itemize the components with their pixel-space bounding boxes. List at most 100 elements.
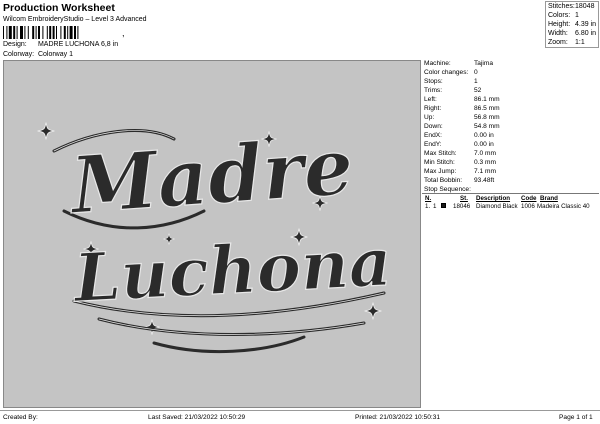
thread-color-swatch: [441, 203, 446, 208]
stat-label: Zoom:: [548, 39, 568, 46]
info-label: Total Bobbin:: [424, 177, 463, 184]
design-value: MADRE LUCHONA 6,8 in: [37, 41, 119, 48]
stat-value: 6.80 in: [575, 30, 597, 37]
design-label: Design:: [3, 41, 27, 48]
table-row[interactable]: 1. 1 18046 Diamond Black 1006 Madeira Cl…: [422, 203, 599, 212]
barcode-bar: [60, 26, 62, 39]
barcode-bar: [24, 26, 26, 39]
barcode-bar: [67, 26, 69, 39]
info-row: Right: 86.5 mm: [424, 105, 500, 112]
info-value: 0: [474, 69, 478, 76]
col-n: N.: [425, 195, 432, 202]
info-value: Tajima: [474, 60, 494, 67]
software-subtitle: Wilcom EmbroideryStudio – Level 3 Advanc…: [3, 16, 147, 23]
cell-brand: Madeira Classic 40: [537, 203, 590, 210]
sparkle-icon: [143, 318, 161, 336]
info-label: EndY:: [424, 141, 442, 148]
info-label: Machine:: [424, 60, 451, 67]
barcode-suffix: ,: [122, 28, 125, 38]
info-label: Color changes:: [424, 69, 469, 76]
barcode-bar: [69, 26, 73, 39]
stat-value: 18048: [575, 3, 595, 10]
colorway-value: Colorway 1: [37, 51, 73, 58]
page-title: Production Worksheet: [3, 2, 115, 14]
barcode-bar: [8, 26, 12, 39]
info-value: 0.3 mm: [474, 159, 496, 166]
design-preview[interactable]: Madre Luchona: [3, 60, 421, 408]
info-value: 0.00 in: [474, 132, 494, 139]
info-row: EndY: 0.00 in: [424, 141, 494, 148]
info-value: 56.8 mm: [474, 114, 500, 121]
barcode-bar: [38, 26, 40, 39]
barcode-bar: [63, 26, 66, 39]
barcode-bar: [27, 26, 29, 39]
worksheet-header: Production Worksheet Wilcom EmbroiderySt…: [0, 0, 600, 60]
barcode-bar: [77, 26, 79, 39]
table-header: N. St. Description Code Brand: [422, 193, 599, 202]
info-row: Stops: 1: [424, 78, 478, 85]
stats-box: Stitches:18048 Colors: 1 Height: 4.39 in W…: [545, 1, 599, 48]
info-row: Down: 54.8 mm: [424, 123, 500, 130]
barcode-bar: [13, 26, 16, 39]
info-value: 7.0 mm: [474, 150, 496, 157]
info-label: Right:: [424, 105, 442, 112]
info-label: Left:: [424, 96, 437, 103]
colorway-label: Colorway:: [3, 51, 35, 58]
stat-colors: Colors: 1: [548, 12, 579, 19]
design-text-line1: Madre: [65, 121, 356, 232]
col-description: Description: [476, 195, 511, 202]
info-label: Max Stitch:: [424, 150, 457, 157]
cell-description: Diamond Black: [476, 203, 518, 210]
stat-width: Width: 6.80 in: [548, 30, 596, 37]
design-row: Design: MADRE LUCHONA 6,8 in: [3, 41, 118, 48]
stat-stitches: Stitches:18048: [548, 3, 594, 10]
info-label: Up:: [424, 114, 435, 121]
info-value: 93.48ft: [474, 177, 495, 184]
barcode-bar: [35, 26, 37, 39]
info-row: EndX: 0.00 in: [424, 132, 494, 139]
info-value: 86.1 mm: [474, 96, 500, 103]
info-row: Max Stitch: 7.0 mm: [424, 150, 496, 157]
stat-label: Height:: [548, 21, 571, 28]
info-row: Machine: Tajima: [424, 60, 493, 67]
stat-value: 4.39 in: [575, 21, 597, 28]
sparkle-icon: [364, 302, 382, 320]
embroidery-artwork: Madre Luchona: [36, 121, 394, 354]
barcode-bar: [16, 26, 18, 39]
machine-info: Machine: Tajima Color changes: 0 Stops: 1 T…: [422, 60, 599, 190]
cell-color: 1: [433, 203, 437, 210]
info-value: 0.00 in: [474, 141, 494, 148]
barcode-bar: [3, 26, 4, 39]
stat-label: Colors:: [548, 12, 571, 19]
info-value: 52: [474, 87, 482, 94]
stop-sequence-label: Stop Sequence:: [424, 186, 471, 193]
col-st: St.: [460, 195, 468, 202]
stat-label: Width:: [548, 30, 568, 37]
info-label: Stops:: [424, 78, 443, 85]
stat-zoom: Zoom: 1:1: [548, 39, 585, 46]
info-label: Min Stitch:: [424, 159, 455, 166]
stat-label: Stitches:: [548, 3, 575, 10]
page-number: Page 1 of 1: [559, 414, 593, 421]
info-label: Max Jump:: [424, 168, 457, 175]
info-row: Min Stitch: 0.3 mm: [424, 159, 496, 166]
col-brand: Brand: [540, 195, 558, 202]
info-row: Color changes: 0: [424, 69, 478, 76]
info-value: 7.1 mm: [474, 168, 496, 175]
stat-value: 1:1: [575, 39, 585, 46]
info-value: 86.5 mm: [474, 105, 500, 112]
stat-height: Height: 4.39 in: [548, 21, 596, 28]
info-value: 1: [474, 78, 478, 85]
info-label: Down:: [424, 123, 443, 130]
info-row: Trims: 52: [424, 87, 481, 94]
barcode: [3, 26, 79, 39]
printed-date: Printed: 21/03/2022 10:50:31: [355, 414, 441, 421]
worksheet-footer: Created By: Last Saved: 21/03/2022 10:50…: [0, 410, 600, 424]
sparkle-icon: [36, 121, 56, 140]
col-code: Code: [521, 195, 537, 202]
barcode-bar: [20, 26, 23, 39]
last-saved: Last Saved: 21/03/2022 10:50:29: [148, 414, 246, 421]
info-value: 54.8 mm: [474, 123, 500, 130]
info-row: Total Bobbin: 93.48ft: [424, 177, 494, 184]
info-row: Up: 56.8 mm: [424, 114, 500, 121]
